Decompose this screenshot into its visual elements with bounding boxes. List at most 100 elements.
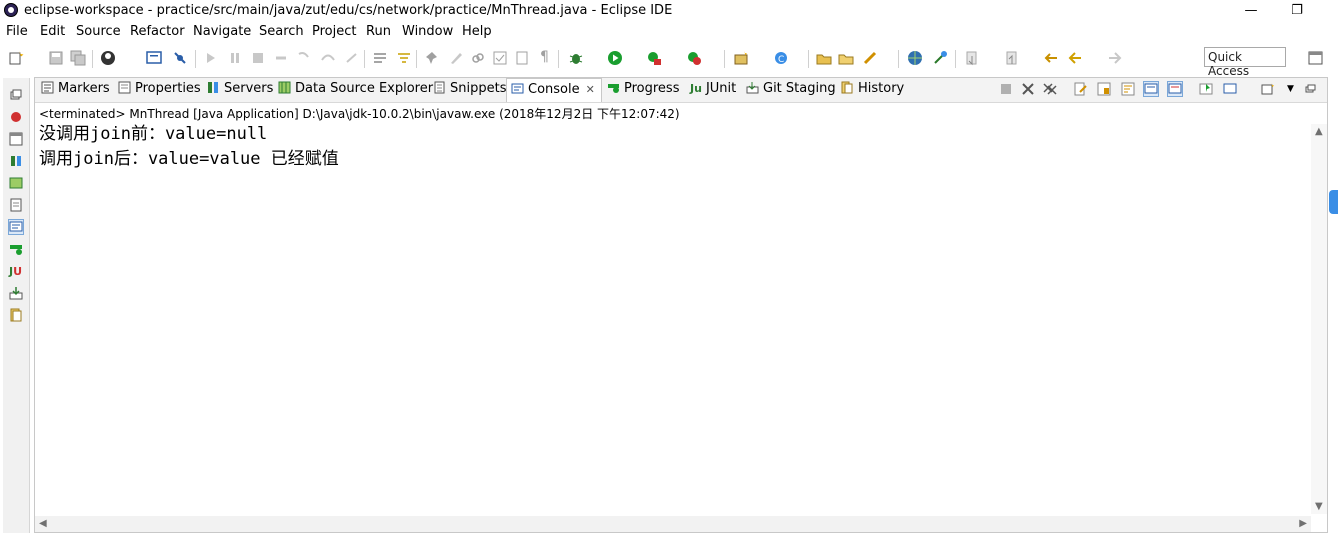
quick-access-field[interactable]: Quick Access (1204, 47, 1286, 78)
tab-markers[interactable]: Markers (41, 81, 110, 101)
word-wrap-icon[interactable] (1121, 82, 1135, 96)
pin-console-icon[interactable] (1199, 82, 1213, 96)
step-return-icon[interactable] (344, 50, 360, 66)
restore-icon[interactable] (9, 88, 23, 102)
progress-view-icon[interactable] (9, 242, 23, 256)
tab-history[interactable]: History (841, 81, 904, 101)
pen-icon[interactable] (448, 50, 464, 66)
new-icon[interactable] (8, 50, 24, 66)
show-whitespace-icon[interactable]: ¶ (540, 49, 556, 65)
minimize-view-icon[interactable] (1303, 82, 1317, 96)
package-explorer-icon[interactable] (9, 132, 23, 146)
terminal-icon[interactable] (146, 50, 162, 66)
terminate-icon[interactable] (250, 50, 266, 66)
console-output[interactable]: 没调用join前：value=null 调用join后：value=value 已… (39, 122, 339, 172)
disconnect-icon[interactable] (273, 50, 289, 66)
menu-help[interactable]: Help (462, 24, 492, 39)
skip-breakpoints-icon[interactable] (172, 50, 188, 66)
vertical-scrollbar[interactable]: ▲ ▼ (1311, 124, 1327, 514)
suspend-icon[interactable] (227, 50, 243, 66)
new-class-icon[interactable]: C (773, 50, 789, 66)
tab-servers[interactable]: Servers (207, 81, 273, 101)
new-java-project-icon[interactable] (733, 50, 749, 66)
open-task-icon[interactable] (838, 50, 854, 66)
tab-label: Markers (58, 81, 110, 96)
minimize-button[interactable]: — (1228, 0, 1274, 22)
menu-window[interactable]: Window (402, 24, 453, 39)
scroll-lock-icon[interactable] (1097, 82, 1111, 96)
show-console-on-stdout-icon[interactable] (1143, 81, 1159, 97)
markers-icon (41, 81, 54, 94)
terminate-console-icon[interactable] (999, 82, 1013, 96)
toggle-mark-icon[interactable] (492, 50, 508, 66)
console-view-stack: Markers Properties Servers Data Source E… (34, 77, 1328, 533)
resume-icon[interactable] (203, 50, 219, 66)
forward-icon[interactable] (1107, 50, 1123, 66)
horizontal-scrollbar[interactable]: ◀ ▶ (35, 516, 1311, 532)
menu-navigate[interactable]: Navigate (193, 24, 251, 39)
progress-icon (608, 84, 619, 93)
right-trim-handle[interactable] (1329, 190, 1338, 214)
menu-project[interactable]: Project (312, 24, 356, 39)
console-view-icon[interactable] (8, 219, 24, 235)
menu-edit[interactable]: Edit (40, 24, 65, 39)
tab-snippets[interactable]: Snippets (433, 81, 506, 101)
tab-git-staging[interactable]: Git Staging (746, 81, 836, 101)
tab-label: Servers (224, 81, 274, 96)
previous-annotation-icon[interactable] (1004, 50, 1020, 66)
external-tools-icon[interactable] (686, 50, 702, 66)
junit-view-icon[interactable]: JU (9, 265, 25, 279)
history-view-icon[interactable] (9, 308, 23, 322)
profile-icon[interactable] (100, 50, 116, 66)
git-icon[interactable] (933, 50, 949, 66)
back-icon[interactable] (1067, 50, 1083, 66)
open-browser-icon[interactable] (907, 50, 923, 66)
save-icon[interactable] (48, 50, 64, 66)
restore-button[interactable]: ❐ (1274, 0, 1320, 22)
open-type-icon[interactable] (816, 50, 832, 66)
search-tool-icon[interactable] (862, 50, 878, 66)
drop-to-frame-icon[interactable] (396, 50, 412, 66)
show-console-on-stderr-icon[interactable] (1167, 81, 1183, 97)
save-all-icon[interactable] (70, 50, 86, 66)
menu-run[interactable]: Run (366, 24, 391, 39)
servers-view-icon[interactable] (9, 154, 23, 168)
tab-junit[interactable]: Ju JUnit (690, 81, 736, 101)
tab-console[interactable]: Console ✕ (506, 78, 602, 102)
clear-console-icon[interactable] (1073, 82, 1087, 96)
block-selection-icon[interactable] (514, 50, 530, 66)
scroll-right-arrow-icon[interactable]: ▶ (1299, 518, 1307, 529)
scroll-up-arrow-icon[interactable]: ▲ (1315, 126, 1323, 137)
step-over-icon[interactable] (320, 50, 336, 66)
scroll-down-arrow-icon[interactable]: ▼ (1315, 501, 1323, 512)
debug-icon[interactable] (568, 50, 584, 66)
link-icon[interactable] (470, 50, 486, 66)
menu-refactor[interactable]: Refactor (130, 24, 185, 39)
last-edit-location-icon[interactable] (1043, 50, 1059, 66)
coverage-icon[interactable] (646, 50, 662, 66)
use-step-filters-icon[interactable] (372, 50, 388, 66)
tab-progress[interactable]: Progress (607, 81, 679, 101)
tab-data-source-explorer[interactable]: Data Source Explorer (278, 81, 433, 101)
menu-source[interactable]: Source (76, 24, 121, 39)
debug-view-icon[interactable] (9, 110, 23, 124)
tab-properties[interactable]: Properties (118, 81, 201, 101)
scroll-left-arrow-icon[interactable]: ◀ (39, 518, 47, 529)
git-staging-view-icon[interactable] (9, 286, 23, 300)
remove-launch-icon[interactable] (1021, 82, 1035, 96)
next-annotation-icon[interactable] (964, 50, 980, 66)
pin-icon[interactable] (424, 50, 440, 66)
step-into-icon[interactable] (296, 50, 312, 66)
history-icon (841, 81, 853, 94)
open-perspective-icon[interactable] (1308, 50, 1324, 66)
remove-all-terminated-icon[interactable] (1043, 82, 1057, 96)
display-selected-console-icon[interactable] (1223, 82, 1237, 96)
view-menu-icon[interactable]: ▼ (1287, 84, 1301, 98)
data-source-view-icon[interactable] (9, 176, 23, 190)
close-tab-icon[interactable]: ✕ (586, 83, 595, 96)
menu-search[interactable]: Search (259, 24, 304, 39)
run-icon[interactable] (607, 50, 623, 66)
open-console-icon[interactable] (1261, 82, 1275, 96)
menu-file[interactable]: File (6, 24, 28, 39)
snippets-view-icon[interactable] (9, 198, 23, 212)
